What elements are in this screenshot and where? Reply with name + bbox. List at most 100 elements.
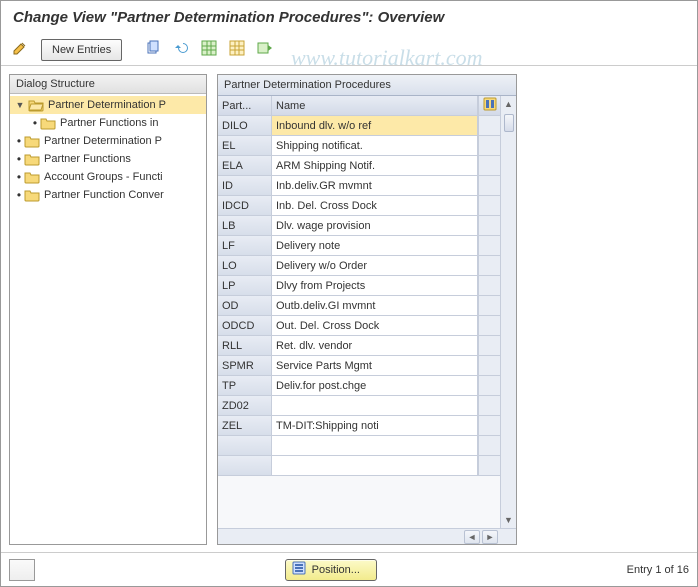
tree-node[interactable]: •Partner Functions in: [10, 114, 206, 132]
cell-name[interactable]: Inb. Del. Cross Dock: [272, 196, 478, 215]
table-row[interactable]: [218, 436, 500, 456]
cell-name[interactable]: Delivery w/o Order: [272, 256, 478, 275]
scroll-up-icon[interactable]: ▲: [501, 96, 516, 112]
grid-horizontal-scrollbar[interactable]: ◄ ►: [218, 528, 516, 544]
collapse-icon[interactable]: ▼: [14, 100, 26, 110]
col-header-part[interactable]: Part...: [218, 96, 272, 115]
position-icon: [292, 561, 306, 578]
cell-name[interactable]: Ret. dlv. vendor: [272, 336, 478, 355]
cell-name[interactable]: ARM Shipping Notif.: [272, 156, 478, 175]
cell-part[interactable]: ODCD: [218, 316, 272, 335]
cell-name[interactable]: Service Parts Mgmt: [272, 356, 478, 375]
table-row[interactable]: LODelivery w/o Order: [218, 256, 500, 276]
cell-part[interactable]: ELA: [218, 156, 272, 175]
position-button[interactable]: Position...: [285, 559, 377, 581]
dialog-structure-header: Dialog Structure: [10, 75, 206, 94]
table-row[interactable]: ELAARM Shipping Notif.: [218, 156, 500, 176]
scroll-down-icon[interactable]: ▼: [501, 512, 516, 528]
row-gutter: [478, 116, 500, 135]
cell-part[interactable]: ID: [218, 176, 272, 195]
cell-part[interactable]: LP: [218, 276, 272, 295]
cell-part[interactable]: DILO: [218, 116, 272, 135]
cell-name[interactable]: Deliv.for post.chge: [272, 376, 478, 395]
cell-name[interactable]: TM-DIT:Shipping noti: [272, 416, 478, 435]
cell-part[interactable]: LB: [218, 216, 272, 235]
cell-name[interactable]: [272, 436, 478, 455]
grid-yellow-icon: [229, 40, 245, 59]
grid-body: Part... Name DILOInbound dlv. w/o refELS…: [218, 96, 500, 528]
edit-button[interactable]: [9, 39, 31, 61]
folder-icon: [40, 116, 56, 130]
tree-node[interactable]: •Partner Determination P: [10, 132, 206, 150]
cell-part[interactable]: ZD02: [218, 396, 272, 415]
grid-vertical-scrollbar[interactable]: ▲ ▼: [500, 96, 516, 528]
cell-name[interactable]: [272, 456, 478, 475]
table-row[interactable]: TPDeliv.for post.chge: [218, 376, 500, 396]
cell-name[interactable]: Outb.deliv.GI mvmnt: [272, 296, 478, 315]
row-gutter: [478, 236, 500, 255]
table-row[interactable]: ZD02: [218, 396, 500, 416]
cell-part[interactable]: SPMR: [218, 356, 272, 375]
copy-button[interactable]: [142, 39, 164, 61]
export-button[interactable]: [254, 39, 276, 61]
row-gutter: [478, 296, 500, 315]
table-row[interactable]: ODOutb.deliv.GI mvmnt: [218, 296, 500, 316]
deselect-all-button[interactable]: [226, 39, 248, 61]
entry-info: Entry 1 of 16: [627, 564, 689, 576]
table-row[interactable]: RLLRet. dlv. vendor: [218, 336, 500, 356]
cell-name[interactable]: Dlv. wage provision: [272, 216, 478, 235]
cell-part[interactable]: TP: [218, 376, 272, 395]
row-gutter: [478, 416, 500, 435]
cell-part[interactable]: IDCD: [218, 196, 272, 215]
select-all-button[interactable]: [198, 39, 220, 61]
table-row[interactable]: ELShipping notificat.: [218, 136, 500, 156]
cell-name[interactable]: Delivery note: [272, 236, 478, 255]
table-row[interactable]: IDCDInb. Del. Cross Dock: [218, 196, 500, 216]
scroll-right-icon[interactable]: ►: [482, 530, 498, 544]
tree-node[interactable]: •Account Groups - Functi: [10, 168, 206, 186]
undo-button[interactable]: [170, 39, 192, 61]
table-row[interactable]: LBDlv. wage provision: [218, 216, 500, 236]
tree-node-label: Partner Function Conver: [44, 189, 164, 201]
cell-part[interactable]: OD: [218, 296, 272, 315]
folder-icon: [24, 152, 40, 166]
folder-icon: [24, 170, 40, 184]
cell-name[interactable]: Inbound dlv. w/o ref: [272, 116, 478, 135]
cell-name[interactable]: Dlvy from Projects: [272, 276, 478, 295]
table-row[interactable]: ODCDOut. Del. Cross Dock: [218, 316, 500, 336]
cell-part[interactable]: LO: [218, 256, 272, 275]
table-row[interactable]: IDInb.deliv.GR mvmnt: [218, 176, 500, 196]
grid-header-row: Part... Name: [218, 96, 500, 116]
table-row[interactable]: SPMRService Parts Mgmt: [218, 356, 500, 376]
new-entries-button[interactable]: New Entries: [41, 39, 122, 61]
cell-part[interactable]: LF: [218, 236, 272, 255]
footer: Position... Entry 1 of 16: [1, 552, 697, 586]
configure-columns-button[interactable]: [478, 96, 500, 115]
table-row[interactable]: DILOInbound dlv. w/o ref: [218, 116, 500, 136]
cell-part[interactable]: ZEL: [218, 416, 272, 435]
tree-node[interactable]: •Partner Function Conver: [10, 186, 206, 204]
cell-part[interactable]: EL: [218, 136, 272, 155]
scroll-track[interactable]: [502, 112, 516, 512]
tree-node[interactable]: ▼ Partner Determination P: [10, 96, 206, 114]
table-row[interactable]: [218, 456, 500, 476]
cell-name[interactable]: Shipping notificat.: [272, 136, 478, 155]
scroll-thumb[interactable]: [504, 114, 514, 132]
cell-part[interactable]: [218, 436, 272, 455]
cell-name[interactable]: [272, 396, 478, 415]
cell-part[interactable]: [218, 456, 272, 475]
table-row[interactable]: ZELTM-DIT:Shipping noti: [218, 416, 500, 436]
tree-node-label: Partner Determination P: [48, 99, 166, 111]
footer-left-box[interactable]: [9, 559, 35, 581]
cell-name[interactable]: Inb.deliv.GR mvmnt: [272, 176, 478, 195]
table-row[interactable]: LPDlvy from Projects: [218, 276, 500, 296]
cell-name[interactable]: Out. Del. Cross Dock: [272, 316, 478, 335]
scroll-left-icon[interactable]: ◄: [464, 530, 480, 544]
procedures-grid: Part... Name DILOInbound dlv. w/o refELS…: [218, 96, 516, 544]
table-row[interactable]: LFDelivery note: [218, 236, 500, 256]
bullet-icon: •: [16, 170, 22, 184]
tree-node[interactable]: •Partner Functions: [10, 150, 206, 168]
cell-part[interactable]: RLL: [218, 336, 272, 355]
col-header-name[interactable]: Name: [272, 96, 478, 115]
tree-node-label: Partner Determination P: [44, 135, 162, 147]
